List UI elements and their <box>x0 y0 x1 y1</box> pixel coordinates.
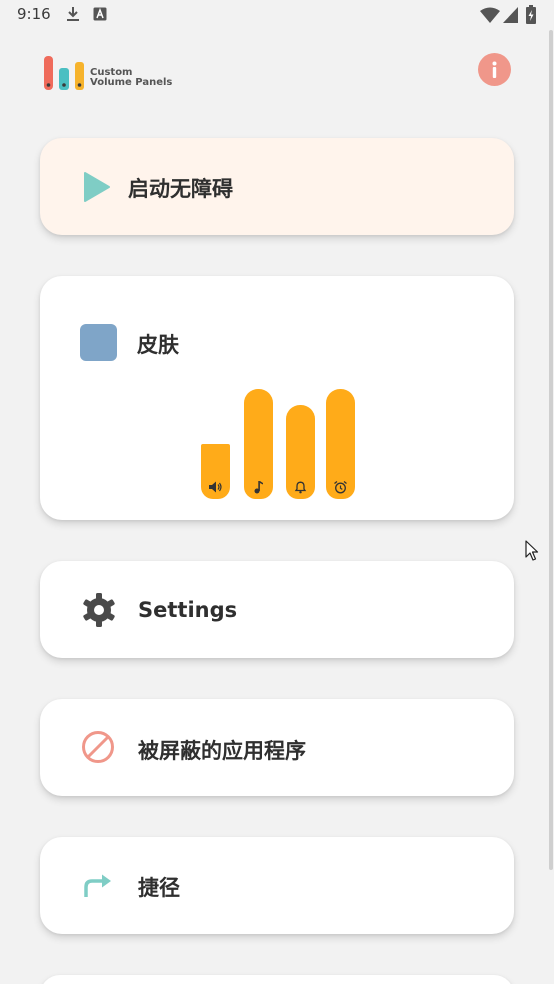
shortcuts-label: 捷径 <box>138 876 180 900</box>
volume-bar-music <box>244 389 273 499</box>
logo-line-2: Volume Panels <box>90 77 173 88</box>
music-note-icon <box>254 481 263 494</box>
wifi-icon <box>480 7 500 27</box>
volume-bar-media <box>201 444 230 499</box>
start-accessibility-card[interactable]: 启动无障碍 <box>40 138 514 235</box>
cellular-signal-icon <box>503 7 518 27</box>
battery-charging-icon <box>526 5 536 28</box>
next-menu-card[interactable] <box>40 975 514 984</box>
skin-card[interactable]: 皮肤 <box>40 276 514 520</box>
skin-color-swatch <box>80 324 117 361</box>
status-bar: 9:16 <box>0 0 554 30</box>
mouse-cursor-icon <box>525 540 539 566</box>
app-logo-icon <box>43 54 87 96</box>
bell-icon <box>294 481 307 494</box>
settings-card[interactable]: Settings <box>40 561 514 658</box>
info-icon <box>492 61 497 78</box>
block-icon <box>81 730 115 768</box>
play-icon <box>83 171 111 207</box>
speaker-icon <box>209 481 222 493</box>
shortcuts-card[interactable]: 捷径 <box>40 837 514 934</box>
gear-icon <box>81 592 117 632</box>
info-button[interactable] <box>478 53 511 86</box>
status-time: 9:16 <box>17 5 51 23</box>
settings-label: Settings <box>138 598 238 622</box>
volume-bar-alarm <box>326 389 355 499</box>
app-logo-text: Custom Volume Panels <box>90 68 172 88</box>
skin-label: 皮肤 <box>137 333 179 357</box>
screen: 9:16 Custom Volume Panels 启动无障碍 皮肤 Setti… <box>0 0 554 984</box>
blocked-apps-card[interactable]: 被屏蔽的应用程序 <box>40 699 514 796</box>
blocked-apps-label: 被屏蔽的应用程序 <box>138 739 306 763</box>
alarm-clock-icon <box>334 480 347 494</box>
volume-bar-ring <box>286 405 315 499</box>
start-accessibility-label: 启动无障碍 <box>128 177 233 201</box>
forward-arrow-icon <box>83 873 115 903</box>
scrollbar[interactable] <box>549 30 553 870</box>
download-icon <box>66 6 80 26</box>
accessibility-a-icon <box>93 6 107 26</box>
